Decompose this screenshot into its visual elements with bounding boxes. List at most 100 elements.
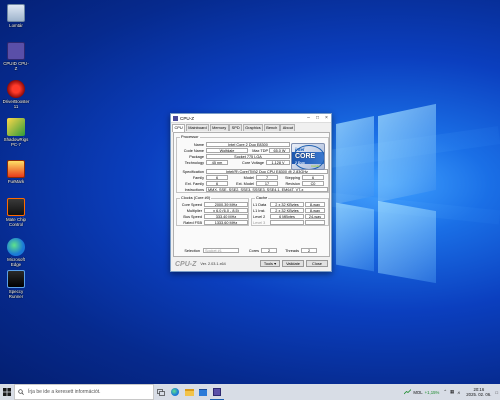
tab-bench[interactable]: Bench xyxy=(263,124,280,131)
cpuz-icon xyxy=(7,42,25,60)
name-label: Name xyxy=(193,142,204,147)
name-row: Name Intel Core 2 Duo E8300 xyxy=(178,142,290,147)
multiplier-row: Multiplier x 6.0 (6.0 - 8.5) xyxy=(178,208,248,213)
furmark-icon xyxy=(7,160,25,178)
maximize-icon[interactable]: □ xyxy=(313,115,322,121)
package-row: Package Socket 775 LGA xyxy=(178,154,290,159)
network-icon[interactable]: ▦ xyxy=(450,389,454,395)
tab-graphics[interactable]: Graphics xyxy=(242,124,264,131)
cpuz-brand: CPU-Z xyxy=(175,260,197,268)
selection-dropdown[interactable]: Socket #1 xyxy=(203,248,239,253)
revision-value: C0 xyxy=(302,181,324,186)
selection-label: Selection xyxy=(184,248,200,253)
codename-label: Code Name xyxy=(183,148,204,153)
instructions-value: MMX, SSE, SSE2, SSE3, SSSE3, SSE4.1, EM6… xyxy=(206,187,328,192)
chevron-up-icon[interactable]: ⌃ xyxy=(443,389,447,395)
tab-cpu[interactable]: CPU xyxy=(172,124,186,132)
technology-value: 45 nm xyxy=(206,160,228,165)
desktop-icon-label: Microsoft Edge xyxy=(7,257,25,267)
busspeed-label: Bus Speed xyxy=(183,214,202,219)
logo-line: CORE xyxy=(295,153,316,160)
logo-brand: intel xyxy=(295,147,305,152)
tools-button-label: Tools xyxy=(263,261,274,266)
desktop-icon-recycle-bin[interactable]: Lomtár xyxy=(2,4,30,28)
level3-way xyxy=(305,220,325,225)
speccy-icon xyxy=(7,270,25,288)
clocks-group: Clocks (Core #0) Core Speed 2000.39 MHz … xyxy=(176,196,249,226)
validate-button[interactable]: Validate xyxy=(282,260,304,267)
logo-sub: 2 Duo xyxy=(295,161,305,165)
notifications-icon[interactable]: □ xyxy=(495,390,498,395)
volume-icon[interactable]: ♬ xyxy=(457,390,461,395)
desktop-icon-label: FurMark xyxy=(7,179,25,184)
ext-family-row: Ext. Family 6 Ext. Model 17 Revision C0 xyxy=(178,181,324,186)
family-label: Family xyxy=(192,175,204,180)
desktop-icon-mate-chip[interactable]: Mate Chip Control xyxy=(2,198,30,227)
tab-memory[interactable]: Memory xyxy=(209,124,229,131)
ratedfsb-row: Rated FSB 1333.60 MHz xyxy=(178,220,248,225)
title-bar[interactable]: CPU-Z – □ × xyxy=(171,114,331,123)
system-tray: MOL +1,15% ⌃ ▦ ♬ 20:16 2025. 02. 06. □ xyxy=(404,384,498,400)
technology-label: Technology xyxy=(184,160,204,165)
family-value: 6 xyxy=(206,175,228,180)
desktop-icon-cpuz[interactable]: CPUID CPU-Z xyxy=(2,42,30,71)
windows-start-icon xyxy=(3,388,11,396)
desktop-icon-edge[interactable]: Microsoft Edge xyxy=(2,238,30,267)
desktop-icon-label: CPUID CPU-Z xyxy=(3,61,29,71)
tab-about[interactable]: About xyxy=(280,124,296,131)
minimize-icon[interactable]: – xyxy=(304,115,313,121)
ratedfsb-label: Rated FSB xyxy=(183,220,202,225)
level3-label: Level 3 xyxy=(253,220,266,225)
tab-bar: CPU Mainboard Memory SPD Graphics Bench … xyxy=(171,123,331,132)
close-button[interactable]: Close xyxy=(306,260,328,267)
desktop-icon-speccy[interactable]: Speccy Runner xyxy=(2,270,30,299)
task-view-icon xyxy=(157,388,165,396)
tab-mainboard[interactable]: Mainboard xyxy=(185,124,210,131)
cpuz-app-icon xyxy=(173,115,178,121)
package-label: Package xyxy=(189,154,204,159)
level2-value: 6 MBytes xyxy=(270,214,304,219)
level2-label: Level 2 xyxy=(253,214,266,219)
desktop-icon-driverbooster[interactable]: DriverBooster 11 xyxy=(2,80,30,109)
close-icon[interactable]: × xyxy=(322,115,331,121)
desktop-icon-shadowrigs[interactable]: ShadowRigs PC-7 xyxy=(2,118,30,147)
cache-group: Cache L1 Data 2 x 32 KBytes 8-way L1 Ins… xyxy=(251,195,329,226)
level2-row: Level 2 6 MBytes 24-way xyxy=(253,214,325,219)
l1inst-value: 2 x 32 KBytes xyxy=(270,208,304,213)
edge-icon xyxy=(7,238,25,256)
tab-spd[interactable]: SPD xyxy=(229,124,243,131)
stepping-value: 6 xyxy=(302,175,324,180)
extfamily-value: 6 xyxy=(206,181,228,186)
cores-label: Cores xyxy=(248,248,259,253)
l1data-value: 2 x 32 KBytes xyxy=(270,202,304,207)
taskbar-cpuz-button[interactable] xyxy=(210,384,224,400)
desktop-icon-label: ShadowRigs PC-7 xyxy=(3,137,29,147)
task-view-button[interactable] xyxy=(154,384,168,400)
cache-group-label: Cache xyxy=(255,195,269,200)
name-value: Intel Core 2 Duo E8300 xyxy=(206,142,290,147)
stock-change[interactable]: +1,15% xyxy=(425,390,440,395)
stepping-label: Stepping xyxy=(285,175,300,180)
tools-button[interactable]: Tools ▾ xyxy=(260,260,280,267)
stock-name[interactable]: MOL xyxy=(413,390,422,395)
taskbar: Írja be ide a keresett információt. MOL … xyxy=(0,384,500,400)
start-button[interactable] xyxy=(0,384,14,400)
taskbar-clock[interactable]: 20:16 2025. 02. 06. xyxy=(466,387,491,397)
family-row: Family 6 Model 7 Stepping 6 xyxy=(178,175,324,180)
taskbar-edge-button[interactable] xyxy=(168,384,182,400)
busspeed-row: Bus Speed 333.40 MHz xyxy=(178,214,248,219)
driverbooster-icon xyxy=(7,80,25,98)
desktop-icon-furmark[interactable]: FurMark xyxy=(2,160,30,184)
level3-value xyxy=(270,220,304,225)
specification-label: Specification xyxy=(182,169,204,174)
version-text: Ver. 2.03.1.x64 xyxy=(200,262,226,266)
mate-chip-icon xyxy=(7,198,25,216)
taskbar-explorer-button[interactable] xyxy=(182,384,196,400)
taskbar-store-button[interactable] xyxy=(196,384,210,400)
cpuz-icon xyxy=(213,387,221,396)
l1data-row: L1 Data 2 x 32 KBytes 8-way xyxy=(253,202,325,207)
maxtdp-label: Max TDP xyxy=(252,148,268,153)
taskbar-search-box[interactable]: Írja be ide a keresett információt. xyxy=(14,384,154,400)
corespeed-value: 2000.39 MHz xyxy=(204,202,248,207)
model-value: 7 xyxy=(256,175,278,180)
